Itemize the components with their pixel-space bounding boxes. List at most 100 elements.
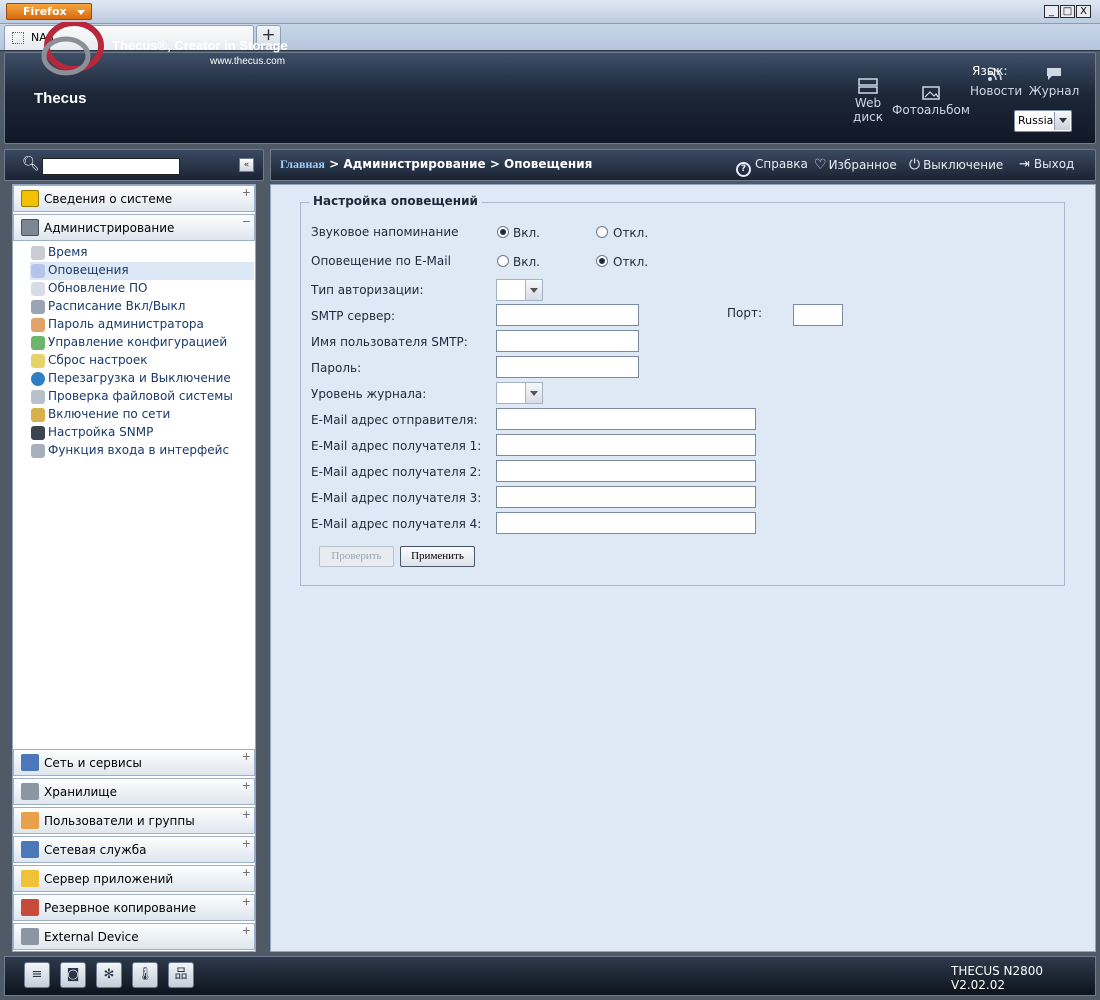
sidebar-item-admin-password[interactable]: Пароль администратора (30, 316, 254, 334)
header-link-label: Журнал (1028, 84, 1080, 98)
sidebar-item-snmp[interactable]: Настройка SNMP (30, 424, 254, 442)
beep-on-label: Вкл. (513, 226, 540, 240)
log-icon (1047, 68, 1061, 80)
sidebar-section-label: External Device (44, 930, 139, 944)
search-icon: 🔍︎ (22, 156, 40, 172)
sidebar-item-schedule[interactable]: Расписание Вкл/Выкл (30, 298, 254, 316)
notification-icon (31, 264, 45, 278)
sidebar-section-network-service[interactable]: Сетевая служба + (13, 836, 255, 863)
shutdown-button[interactable]: ⏻ Выключение (909, 157, 1003, 173)
info-icon (21, 190, 39, 207)
header-link-log[interactable]: Журнал (1028, 66, 1080, 98)
email-on-label: Вкл. (513, 255, 540, 269)
schedule-icon (31, 300, 45, 314)
collapse-sidebar-button[interactable]: « (239, 158, 254, 172)
check-button[interactable]: Проверить (319, 546, 394, 567)
expand-icon: + (241, 895, 251, 908)
backup-icon (21, 899, 39, 916)
auth-type-label: Тип авторизации: (311, 283, 424, 297)
sidebar-section-label: Сетевая служба (44, 843, 147, 857)
sidebar-section-app-server[interactable]: Сервер приложений + (13, 865, 255, 892)
firefox-menu-button[interactable]: Firefox (6, 3, 92, 20)
search-input[interactable] (42, 158, 180, 175)
sidebar-section-external-device[interactable]: External Device + (13, 923, 255, 950)
temperature-icon[interactable]: 🌡︎ (132, 962, 158, 988)
sidebar-item-label: Сброс настроек (48, 353, 148, 367)
beep-off-radio[interactable] (596, 226, 608, 238)
fan-status-icon[interactable]: ✻ (96, 962, 122, 988)
beep-on-radio[interactable] (497, 226, 509, 238)
sidebar-item-reboot-shutdown[interactable]: Перезагрузка и Выключение (30, 370, 254, 388)
apply-button[interactable]: Применить (400, 546, 475, 567)
recipient2-email-input[interactable] (496, 460, 756, 482)
expand-icon: + (241, 837, 251, 850)
breadcrumb-home-link[interactable]: Главная (280, 157, 325, 171)
log-level-label: Уровень журнала: (311, 387, 427, 401)
sidebar-item-wake-on-lan[interactable]: Включение по сети (30, 406, 254, 424)
heart-icon: ♡ (814, 157, 827, 173)
storage-icon (21, 783, 39, 800)
port-input[interactable] (793, 304, 843, 326)
header-link-label: Web диск (853, 96, 883, 124)
smtp-user-input[interactable] (496, 330, 639, 352)
email-off-radio[interactable] (596, 255, 608, 267)
email-on-radio[interactable] (497, 255, 509, 267)
thecus-logo (41, 22, 104, 76)
sidebar-section-users-groups[interactable]: Пользователи и группы + (13, 807, 255, 834)
header-slogan: Thecus®, Creator in Storage (112, 38, 288, 53)
beep-label: Звуковое напоминание (311, 225, 459, 239)
favorites-button[interactable]: ♡ Избранное (814, 157, 897, 173)
help-button[interactable]: ? Справка (736, 157, 808, 177)
auth-type-select[interactable] (496, 279, 543, 301)
shutdown-label: Выключение (923, 158, 1004, 172)
close-window-button[interactable]: X (1076, 5, 1091, 18)
recipient4-email-label: E-Mail адрес получателя 4: (311, 517, 482, 531)
app-server-icon (21, 870, 39, 887)
network-status-icon[interactable]: 品 (168, 962, 194, 988)
update-icon (31, 282, 45, 296)
sidebar-section-network-services[interactable]: Сеть и сервисы + (13, 749, 255, 776)
sidebar-section-administration[interactable]: Администрирование − (13, 214, 255, 241)
recipient4-email-input[interactable] (496, 512, 756, 534)
disk-status-icon[interactable]: ◙ (60, 962, 86, 988)
firefox-menu-label: Firefox (23, 5, 67, 18)
sidebar-item-fs-check[interactable]: Проверка файловой системы (30, 388, 254, 406)
sidebar-section-label: Сервер приложений (44, 872, 174, 886)
sidebar-section-storage[interactable]: Хранилище + (13, 778, 255, 805)
header-link-photo[interactable]: Фотоальбом (892, 85, 970, 117)
sidebar-item-notifications[interactable]: Оповещения (30, 262, 254, 280)
sidebar-item-time[interactable]: Время (30, 244, 254, 262)
sidebar-item-label: Управление конфигурацией (48, 335, 228, 349)
sender-email-input[interactable] (496, 408, 756, 430)
sidebar-section-backup[interactable]: Резервное копирование + (13, 894, 255, 921)
web-disk-icon (858, 78, 878, 94)
log-level-select[interactable] (496, 382, 543, 404)
sidebar-item-label: Обновление ПО (48, 281, 148, 295)
header-link-web-disk[interactable]: Web диск (851, 78, 885, 124)
sidebar-item-label: Оповещения (48, 263, 129, 277)
chevron-down-icon (525, 383, 542, 403)
logout-button[interactable]: ⇥ Выход (1019, 157, 1074, 172)
expand-icon: + (241, 924, 251, 937)
recipient1-email-input[interactable] (496, 434, 756, 456)
sidebar-item-factory-reset[interactable]: Сброс настроек (30, 352, 254, 370)
sidebar-item-config-management[interactable]: Управление конфигурацией (30, 334, 254, 352)
email-off-label: Откл. (613, 255, 649, 269)
maximize-button[interactable]: □ (1060, 5, 1075, 18)
fieldset-legend: Настройка оповещений (309, 194, 482, 208)
sidebar-section-system-info[interactable]: Сведения о системе + (13, 185, 255, 212)
password-input[interactable] (496, 356, 639, 378)
sidebar-section-label: Сеть и сервисы (44, 756, 142, 770)
sidebar-section-label: Администрирование (44, 221, 175, 235)
recipient3-email-input[interactable] (496, 486, 756, 508)
header-link-label: Фотоальбом (892, 103, 970, 117)
sidebar-item-firmware-update[interactable]: Обновление ПО (30, 280, 254, 298)
language-select[interactable]: Russia (1014, 110, 1072, 132)
minimize-button[interactable]: _ (1044, 5, 1059, 18)
sidebar-item-ui-login[interactable]: Функция входа в интерфейс (30, 442, 254, 460)
smtp-server-input[interactable] (496, 304, 639, 326)
recipient3-email-label: E-Mail адрес получателя 3: (311, 491, 482, 505)
raid-status-icon[interactable]: ≡ (24, 962, 50, 988)
sidebar-item-label: Функция входа в интерфейс (48, 443, 230, 457)
power-icon: ⏻ (909, 157, 921, 173)
